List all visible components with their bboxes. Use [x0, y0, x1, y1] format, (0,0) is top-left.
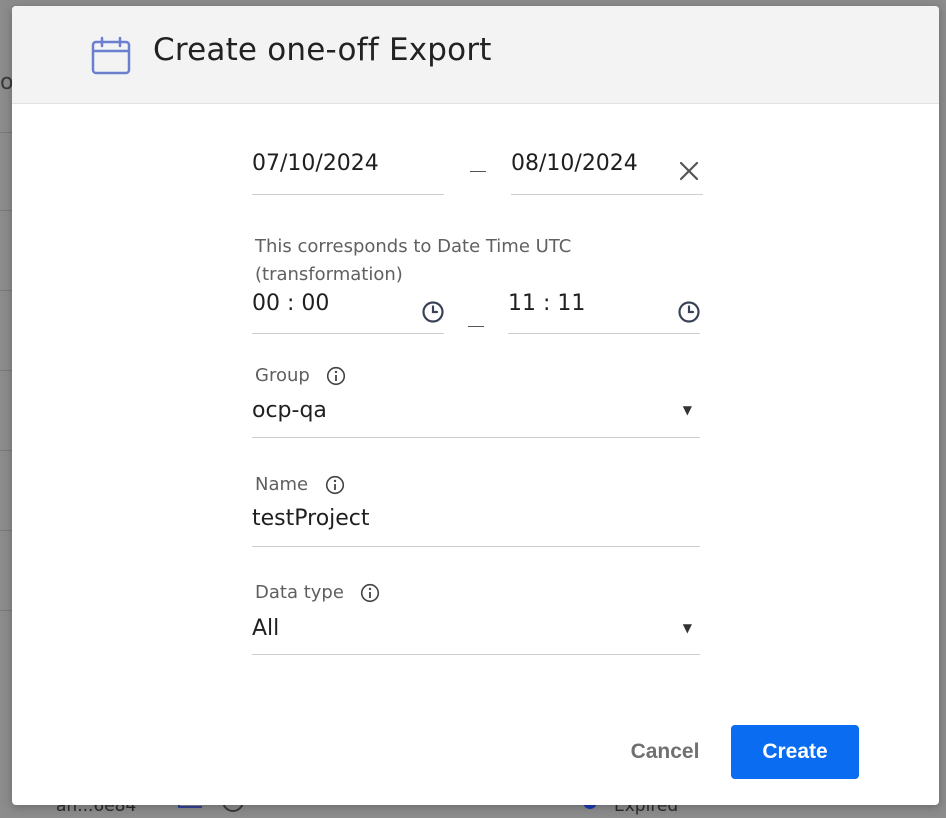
time-zone-note: This corresponds to Date Time UTC (trans…: [255, 236, 572, 285]
background-divider: [0, 290, 12, 291]
end-date-value: 08/10/2024: [511, 151, 638, 176]
dialog-title: Create one-off Export: [153, 32, 492, 68]
background-divider: [0, 530, 12, 531]
chevron-down-icon: ▼: [682, 403, 692, 417]
data-type-select[interactable]: All ▼: [252, 612, 700, 655]
close-icon[interactable]: [677, 159, 701, 183]
group-label: Group: [255, 365, 310, 386]
date-range-separator: [470, 171, 486, 172]
clock-icon[interactable]: [421, 300, 445, 324]
create-export-dialog: Create one-off Export 07/10/2024 08/10/2…: [12, 6, 939, 805]
data-type-selected-value: All: [252, 616, 280, 641]
dialog-header: Create one-off Export: [12, 6, 939, 104]
background-divider: [0, 370, 12, 371]
end-time-value: 11 : 11: [508, 291, 586, 316]
start-time-value: 00 : 00: [252, 291, 330, 316]
time-range-separator: [468, 326, 484, 327]
start-date-value: 07/10/2024: [252, 151, 379, 176]
end-date-field[interactable]: 08/10/2024: [511, 146, 703, 195]
name-input[interactable]: testProject: [252, 502, 700, 547]
name-input-value: testProject: [252, 506, 370, 531]
create-button[interactable]: Create: [731, 725, 859, 779]
info-icon[interactable]: [360, 583, 380, 603]
group-select[interactable]: ocp-qa ▼: [252, 394, 700, 438]
background-divider: [0, 450, 12, 451]
background-divider: [0, 132, 12, 133]
background-divider: [0, 210, 12, 211]
start-time-field[interactable]: 00 : 00: [252, 286, 444, 334]
end-time-field[interactable]: 11 : 11: [508, 286, 700, 334]
start-date-field[interactable]: 07/10/2024: [252, 146, 444, 195]
calendar-icon: [91, 36, 131, 75]
cancel-button[interactable]: Cancel: [612, 726, 718, 778]
data-type-label: Data type: [255, 582, 344, 603]
background-divider: [0, 610, 12, 611]
name-label: Name: [255, 474, 309, 495]
chevron-down-icon: ▼: [682, 621, 692, 635]
group-selected-value: ocp-qa: [252, 398, 327, 423]
info-icon[interactable]: [325, 475, 345, 495]
clock-icon[interactable]: [677, 300, 701, 324]
info-icon[interactable]: [326, 366, 346, 386]
